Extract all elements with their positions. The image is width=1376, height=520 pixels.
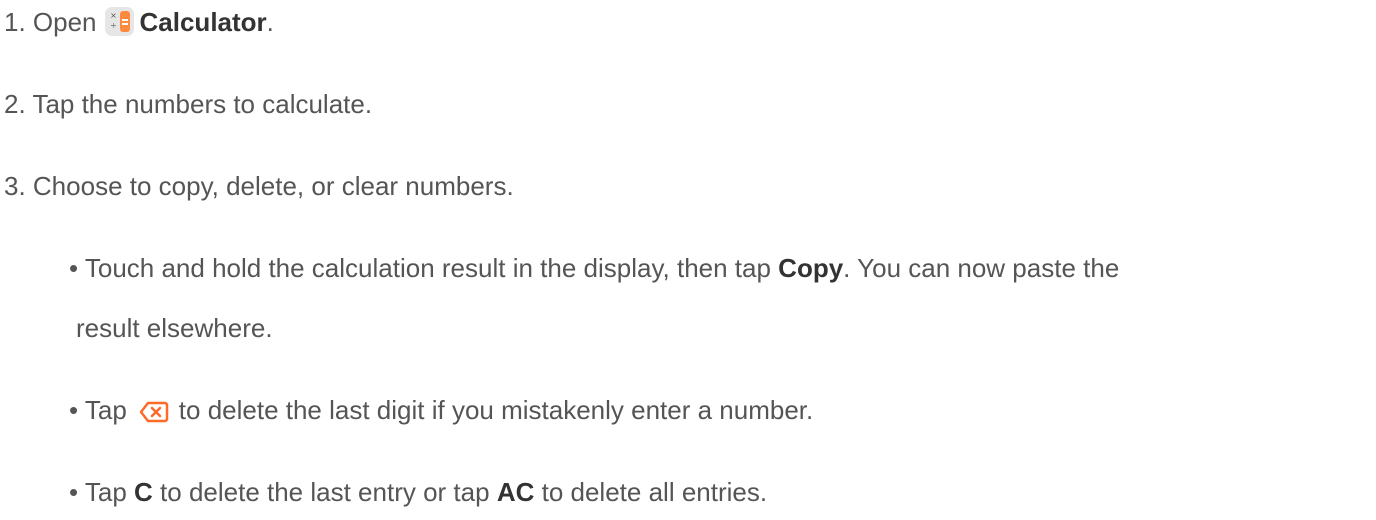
calculator-app-name: Calculator [139, 7, 267, 37]
bullet-delete-prefix: • Tap [69, 395, 127, 425]
backspace-icon [139, 401, 169, 423]
step-2: 2. Tap the numbers to calculate. [4, 89, 373, 119]
bullet-clear-prefix: • Tap [69, 477, 127, 507]
calculator-operators-glyph: × ÷ [110, 11, 117, 30]
step-1-suffix: . [266, 7, 274, 37]
bullet-clear-middle: to delete the last entry or tap [160, 477, 490, 507]
key-ac: AC [496, 477, 535, 507]
calculator-equals-key [119, 11, 130, 32]
step-1-prefix: 1. Open [4, 7, 97, 37]
bullet-clear-suffix: to delete all entries. [541, 477, 768, 507]
copy-action: Copy [778, 253, 844, 283]
calculator-app-icon: × ÷ [104, 7, 134, 36]
bullet-delete: • Tap to delete the last digit if you mi… [69, 392, 813, 428]
bullet-copy: • Touch and hold the calculation result … [69, 250, 1119, 286]
key-c: C [134, 477, 153, 507]
bullet-copy-prefix: • Touch and hold the calculation result … [69, 253, 771, 283]
step-1: 1. Open × ÷ Calculator. [4, 4, 274, 40]
bullet-delete-suffix: to delete the last digit if you mistaken… [178, 395, 814, 425]
bullet-clear: • Tap C to delete the last entry or tap … [69, 474, 767, 510]
bullet-copy-continuation: result elsewhere. [76, 313, 273, 343]
bullet-copy-suffix: . You can now paste the [843, 253, 1120, 283]
step-3: 3. Choose to copy, delete, or clear numb… [4, 171, 514, 201]
